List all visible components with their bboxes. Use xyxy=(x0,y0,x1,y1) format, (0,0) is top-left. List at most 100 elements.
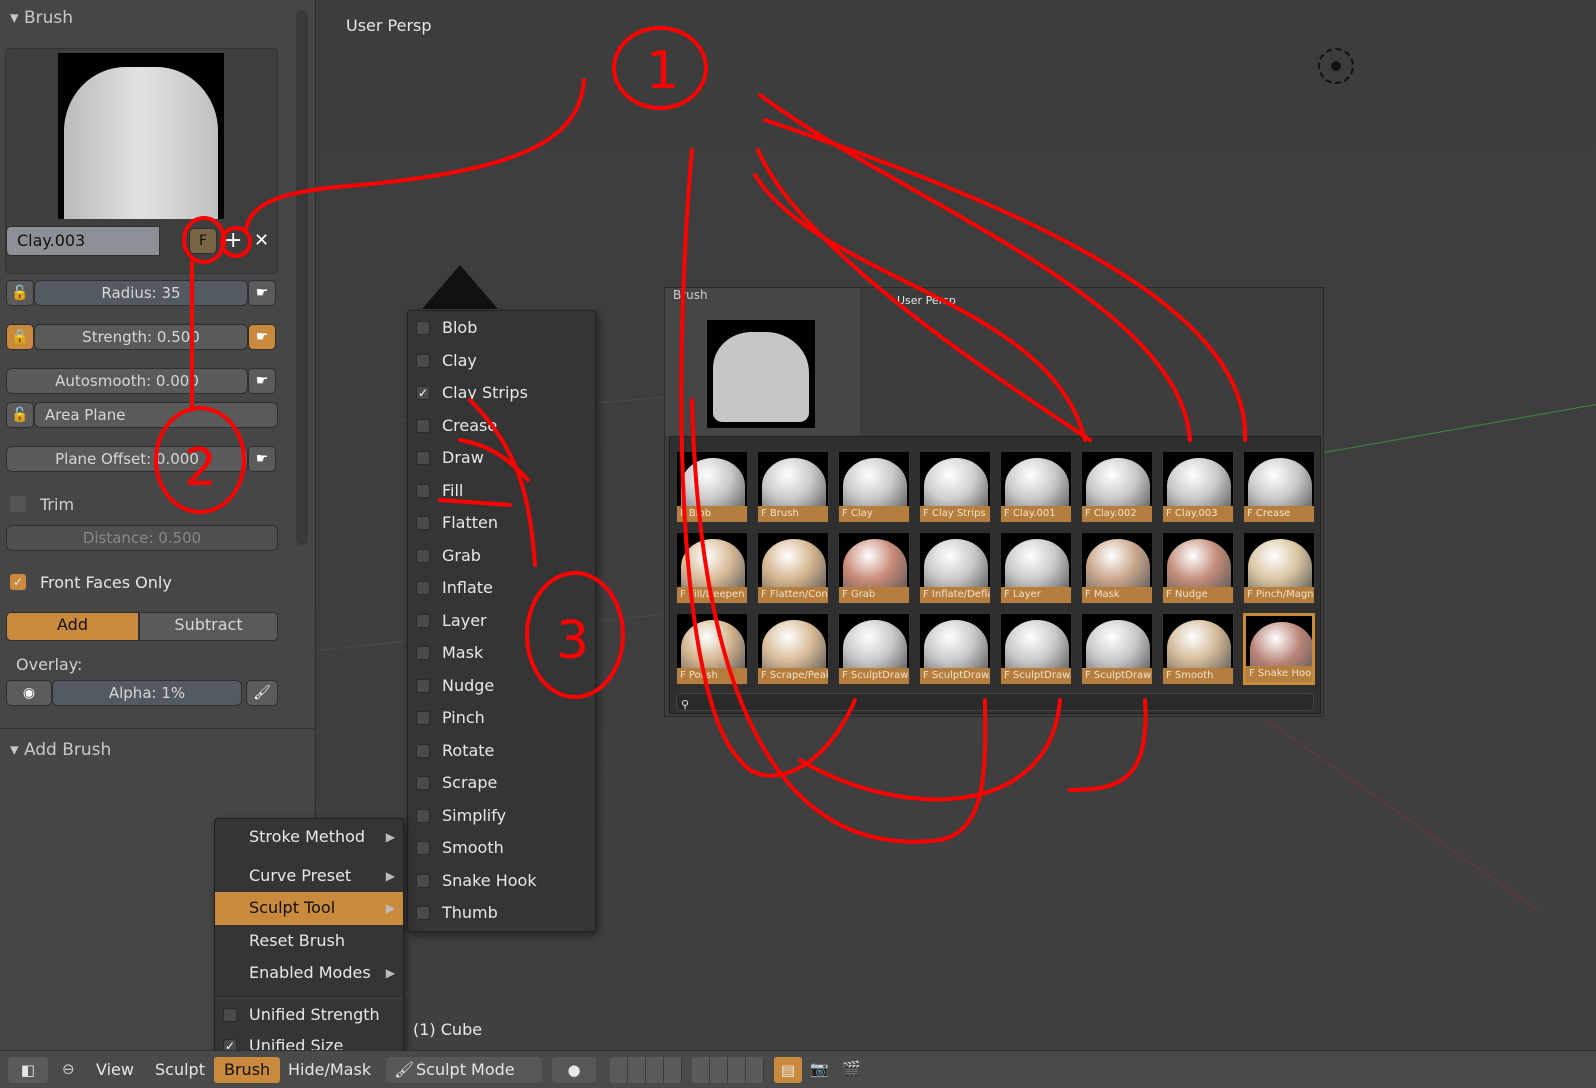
sculpt-tool-item-smooth[interactable]: Smooth xyxy=(408,832,595,865)
brush-thumbnail[interactable]: F SculptDraw. xyxy=(919,613,991,685)
brush-thumbnail[interactable]: F SculptDraw. xyxy=(1000,613,1072,685)
brush-thumbnail[interactable]: F Polish xyxy=(676,613,748,685)
brush-menu-item-reset-brush[interactable]: Reset Brush xyxy=(215,925,403,958)
brush-thumbnail[interactable]: F Flatten/Cont xyxy=(757,532,829,604)
brush-preview-image[interactable] xyxy=(58,53,224,219)
editor-type-cube-icon[interactable]: ◧ xyxy=(8,1057,48,1083)
brush-name-field[interactable]: Clay.003 xyxy=(6,226,160,256)
plane-offset-slider[interactable]: Plane Offset: 0.000 xyxy=(6,446,248,472)
brush-thumbnail[interactable]: F Brush xyxy=(757,451,829,523)
brush-thumbnail[interactable]: F Clay Strips xyxy=(919,451,991,523)
item-label: Reset Brush xyxy=(249,930,345,950)
add-brush-plus-icon[interactable]: + xyxy=(224,228,242,253)
layer-buttons-1[interactable] xyxy=(610,1057,682,1083)
render-animation-icon[interactable]: 🎬 xyxy=(842,1060,861,1078)
object-label: (1) Cube xyxy=(413,1020,483,1039)
brush-thumbnail[interactable]: F Scrape/Peak xyxy=(757,613,829,685)
checkbox[interactable] xyxy=(223,1007,237,1022)
fake-user-button[interactable]: F xyxy=(189,228,217,254)
brush-thumbnail[interactable]: F SculptDraw xyxy=(838,613,910,685)
render-camera-icon[interactable]: 📷 xyxy=(810,1060,829,1078)
menu-view[interactable]: View xyxy=(86,1057,144,1083)
menu-brush[interactable]: Brush xyxy=(214,1057,281,1083)
sculpt-tool-item-crease[interactable]: Crease xyxy=(408,410,595,443)
sculpt-tool-item-draw[interactable]: Draw xyxy=(408,442,595,475)
strength-pressure-icon[interactable]: ☛ xyxy=(248,324,276,350)
sculpt-tool-item-simplify[interactable]: Simplify xyxy=(408,800,595,833)
sculpt-tool-item-pinch[interactable]: Pinch xyxy=(408,702,595,735)
sculpt-tool-item-fill[interactable]: Fill xyxy=(408,475,595,508)
sculpt-tool-item-clay[interactable]: Clay xyxy=(408,345,595,378)
collapse-menu-icon[interactable]: ⊖ xyxy=(62,1060,75,1078)
lamp-icon[interactable] xyxy=(1318,48,1354,84)
brush-thumbnail[interactable]: F Layer xyxy=(1000,532,1072,604)
camera-icon[interactable] xyxy=(422,265,498,309)
strength-lock-icon[interactable]: 🔒 xyxy=(6,324,34,350)
overlay-eye-icon[interactable]: ◉ xyxy=(6,680,52,706)
plane-offset-pressure-icon[interactable]: ☛ xyxy=(248,446,276,472)
brush-thumbnail[interactable]: F Clay xyxy=(838,451,910,523)
sculpt-tool-item-grab[interactable]: Grab xyxy=(408,540,595,573)
brush-menu-item-unified-strength[interactable]: Unified Strength xyxy=(215,997,403,1031)
menu-hide-mask[interactable]: Hide/Mask xyxy=(278,1057,381,1083)
brush-menu-item-curve-preset[interactable]: Curve Preset ▶ xyxy=(215,860,403,893)
mode-dropdown[interactable]: 🖌 Sculpt Mode xyxy=(386,1057,542,1083)
brush-thumbnail[interactable]: F Clay.003 xyxy=(1162,451,1234,523)
brush-menu-item-sculpt-tool[interactable]: Sculpt Tool ▶ xyxy=(215,892,403,925)
sculpt-tool-item-snake-hook[interactable]: Snake Hook xyxy=(408,865,595,898)
checkbox xyxy=(416,711,430,725)
sculpt-tool-item-nudge[interactable]: Nudge xyxy=(408,670,595,703)
brush-search-input[interactable]: ⚲ xyxy=(676,693,1314,711)
brush-thumbnail[interactable]: F Grab xyxy=(838,532,910,604)
sculpt-tool-item-layer[interactable]: Layer xyxy=(408,605,595,638)
brush-thumbnail[interactable]: F Pinch/Magni xyxy=(1243,532,1315,604)
sculpt-tool-item-scrape[interactable]: Scrape xyxy=(408,767,595,800)
area-plane-lock-icon[interactable]: 🔓 xyxy=(6,402,34,428)
brush-thumbnail[interactable]: F Clay.002 xyxy=(1081,451,1153,523)
lock-camera-icon[interactable]: ▤ xyxy=(774,1057,802,1083)
brush-thumbnail[interactable]: F Nudge xyxy=(1162,532,1234,604)
sculpt-tool-item-mask[interactable]: Mask xyxy=(408,637,595,670)
sculpt-tool-item-rotate[interactable]: Rotate xyxy=(408,735,595,768)
sculpt-tool-item-clay-strips[interactable]: ✓ Clay Strips xyxy=(408,377,595,410)
front-faces-only-checkbox[interactable]: ✓ xyxy=(10,574,26,590)
brush-thumbnail[interactable]: F Snake Hook xyxy=(1243,613,1315,685)
brush-stroke-icon[interactable]: 🖌 xyxy=(246,680,278,706)
strength-slider[interactable]: Strength: 0.500 xyxy=(34,324,248,350)
subtract-button[interactable]: Subtract xyxy=(139,612,278,641)
radius-pressure-icon[interactable]: ☛ xyxy=(248,280,276,306)
layer-buttons-2[interactable] xyxy=(692,1057,764,1083)
radius-slider[interactable]: Radius: 35 xyxy=(34,280,248,306)
brush-menu-item-stroke-method[interactable]: Stroke Method ▶ xyxy=(215,821,403,854)
menu-sculpt[interactable]: Sculpt xyxy=(145,1057,215,1083)
trim-checkbox[interactable] xyxy=(10,496,26,512)
brush-thumbnail[interactable]: F Fill/Deepen xyxy=(676,532,748,604)
brush-thumbnail[interactable]: F Clay.001 xyxy=(1000,451,1072,523)
unlink-x-icon[interactable]: ✕ xyxy=(254,230,269,251)
sculpt-tool-item-inflate[interactable]: Inflate xyxy=(408,572,595,605)
viewport-shading-dropdown[interactable]: ● xyxy=(552,1057,596,1083)
brush-thumbnail-label: F Inflate/Defla xyxy=(920,587,990,603)
add-brush-panel-header[interactable]: ▾ Add Brush xyxy=(10,740,111,760)
item-label: Inflate xyxy=(442,578,493,597)
brush-thumbnail-label: F Clay.003 xyxy=(1163,506,1233,522)
brush-panel-header[interactable]: ▾ Brush xyxy=(10,8,73,28)
brush-thumbnail[interactable]: F SculptDraw xyxy=(1081,613,1153,685)
sculpt-tool-item-blob[interactable]: Blob xyxy=(408,312,595,345)
panel-scrollbar[interactable] xyxy=(296,10,308,545)
brush-thumbnail[interactable]: F Mask xyxy=(1081,532,1153,604)
add-button[interactable]: Add xyxy=(6,612,139,641)
distance-slider[interactable]: Distance: 0.500 xyxy=(6,525,278,551)
brush-menu-item-enabled-modes[interactable]: Enabled Modes ▶ xyxy=(215,957,403,990)
brush-thumbnail[interactable]: F Smooth xyxy=(1162,613,1234,685)
brush-thumbnail[interactable]: F Blob xyxy=(676,451,748,523)
autosmooth-pressure-icon[interactable]: ☛ xyxy=(248,368,276,394)
alpha-slider[interactable]: Alpha: 1% xyxy=(52,680,242,706)
area-plane-dropdown[interactable]: Area Plane xyxy=(34,402,278,428)
sculpt-tool-item-flatten[interactable]: Flatten xyxy=(408,507,595,540)
brush-thumbnail[interactable]: F Crease xyxy=(1243,451,1315,523)
brush-thumbnail[interactable]: F Inflate/Defla xyxy=(919,532,991,604)
sculpt-tool-item-thumb[interactable]: Thumb xyxy=(408,897,595,930)
autosmooth-slider[interactable]: Autosmooth: 0.000 xyxy=(6,368,248,394)
radius-lock-icon[interactable]: 🔓 xyxy=(6,280,34,306)
